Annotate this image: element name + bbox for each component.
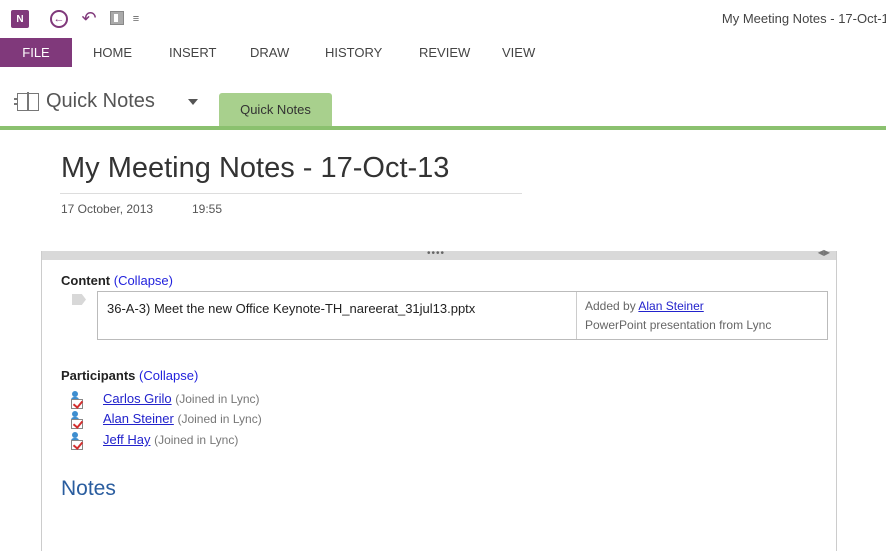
chevron-down-icon[interactable] <box>188 99 198 105</box>
tab-history[interactable]: HISTORY <box>325 38 382 67</box>
onenote-app-icon[interactable]: N <box>11 10 29 28</box>
page-time: 19:55 <box>192 202 223 216</box>
drag-handle-icon[interactable]: •••• <box>427 248 445 259</box>
participant-check-icon[interactable] <box>68 432 92 450</box>
participant-name-link[interactable]: Carlos Grilo <box>103 391 172 406</box>
window-title: My Meeting Notes - 17-Oct-13 <box>721 11 886 26</box>
participant-name-link[interactable]: Alan Steiner <box>103 411 174 426</box>
attached-file-table: 36-A-3) Meet the new Office Keynote-TH_n… <box>97 291 828 340</box>
file-source-text: PowerPoint presentation from Lync <box>585 318 772 332</box>
section-tab-quick-notes[interactable]: Quick Notes <box>219 93 332 126</box>
participant-entry: Jeff Hay (Joined in Lync) <box>103 432 238 447</box>
notebook-bar: Quick Notes Quick Notes <box>0 85 886 131</box>
page-title[interactable]: My Meeting Notes - 17-Oct-13 <box>61 152 449 185</box>
page-date: 17 October, 2013 <box>61 202 154 216</box>
participants-collapse-link[interactable]: (Collapse) <box>139 368 198 383</box>
participant-name-link[interactable]: Jeff Hay <box>103 432 150 447</box>
tab-insert[interactable]: INSERT <box>169 38 216 67</box>
tab-view[interactable]: VIEW <box>502 38 535 67</box>
notebook-icon[interactable] <box>14 92 39 111</box>
tab-draw[interactable]: DRAW <box>250 38 289 67</box>
participant-check-icon[interactable] <box>68 391 92 409</box>
attached-file-name[interactable]: 36-A-3) Meet the new Office Keynote-TH_n… <box>107 301 475 316</box>
participant-status: (Joined in Lync) <box>175 392 260 406</box>
tab-review[interactable]: REVIEW <box>419 38 470 67</box>
ribbon-tabs: FILE HOME INSERT DRAW HISTORY REVIEW VIE… <box>0 38 886 67</box>
customize-toolbar-icon[interactable]: ≡ <box>130 9 142 29</box>
title-bar: N ← ↶ ≡ My Meeting Notes - 17-Oct-13 <box>0 0 886 38</box>
participant-check-icon[interactable] <box>68 411 92 429</box>
participant-entry: Carlos Grilo (Joined in Lync) <box>103 391 260 406</box>
container-move-handle[interactable]: •••• ◀▶ <box>42 248 836 260</box>
dock-to-desktop-icon[interactable] <box>110 11 124 25</box>
tab-home[interactable]: HOME <box>93 38 132 67</box>
tab-file[interactable]: FILE <box>0 38 72 67</box>
resize-arrows-icon[interactable]: ◀▶ <box>818 248 830 257</box>
added-by-label: Added by <box>585 299 636 313</box>
participants-heading-label: Participants <box>61 368 136 383</box>
content-heading-label: Content <box>61 273 111 288</box>
content-collapse-link[interactable]: (Collapse) <box>114 273 173 288</box>
notebook-name[interactable]: Quick Notes <box>46 90 155 113</box>
title-underline <box>60 193 522 194</box>
section-divider <box>0 126 886 130</box>
participants-heading: Participants (Collapse) <box>61 368 198 383</box>
table-divider <box>576 292 577 339</box>
added-by-link[interactable]: Alan Steiner <box>638 299 703 313</box>
back-arrow-icon[interactable]: ← <box>50 10 68 28</box>
added-by-info: Added by Alan Steiner <box>585 299 704 313</box>
content-heading: Content (Collapse) <box>61 273 173 288</box>
participant-entry: Alan Steiner (Joined in Lync) <box>103 411 262 426</box>
undo-icon[interactable]: ↶ <box>80 8 98 28</box>
participant-status: (Joined in Lync) <box>154 433 239 447</box>
participant-status: (Joined in Lync) <box>177 412 262 426</box>
notes-heading[interactable]: Notes <box>61 477 116 501</box>
